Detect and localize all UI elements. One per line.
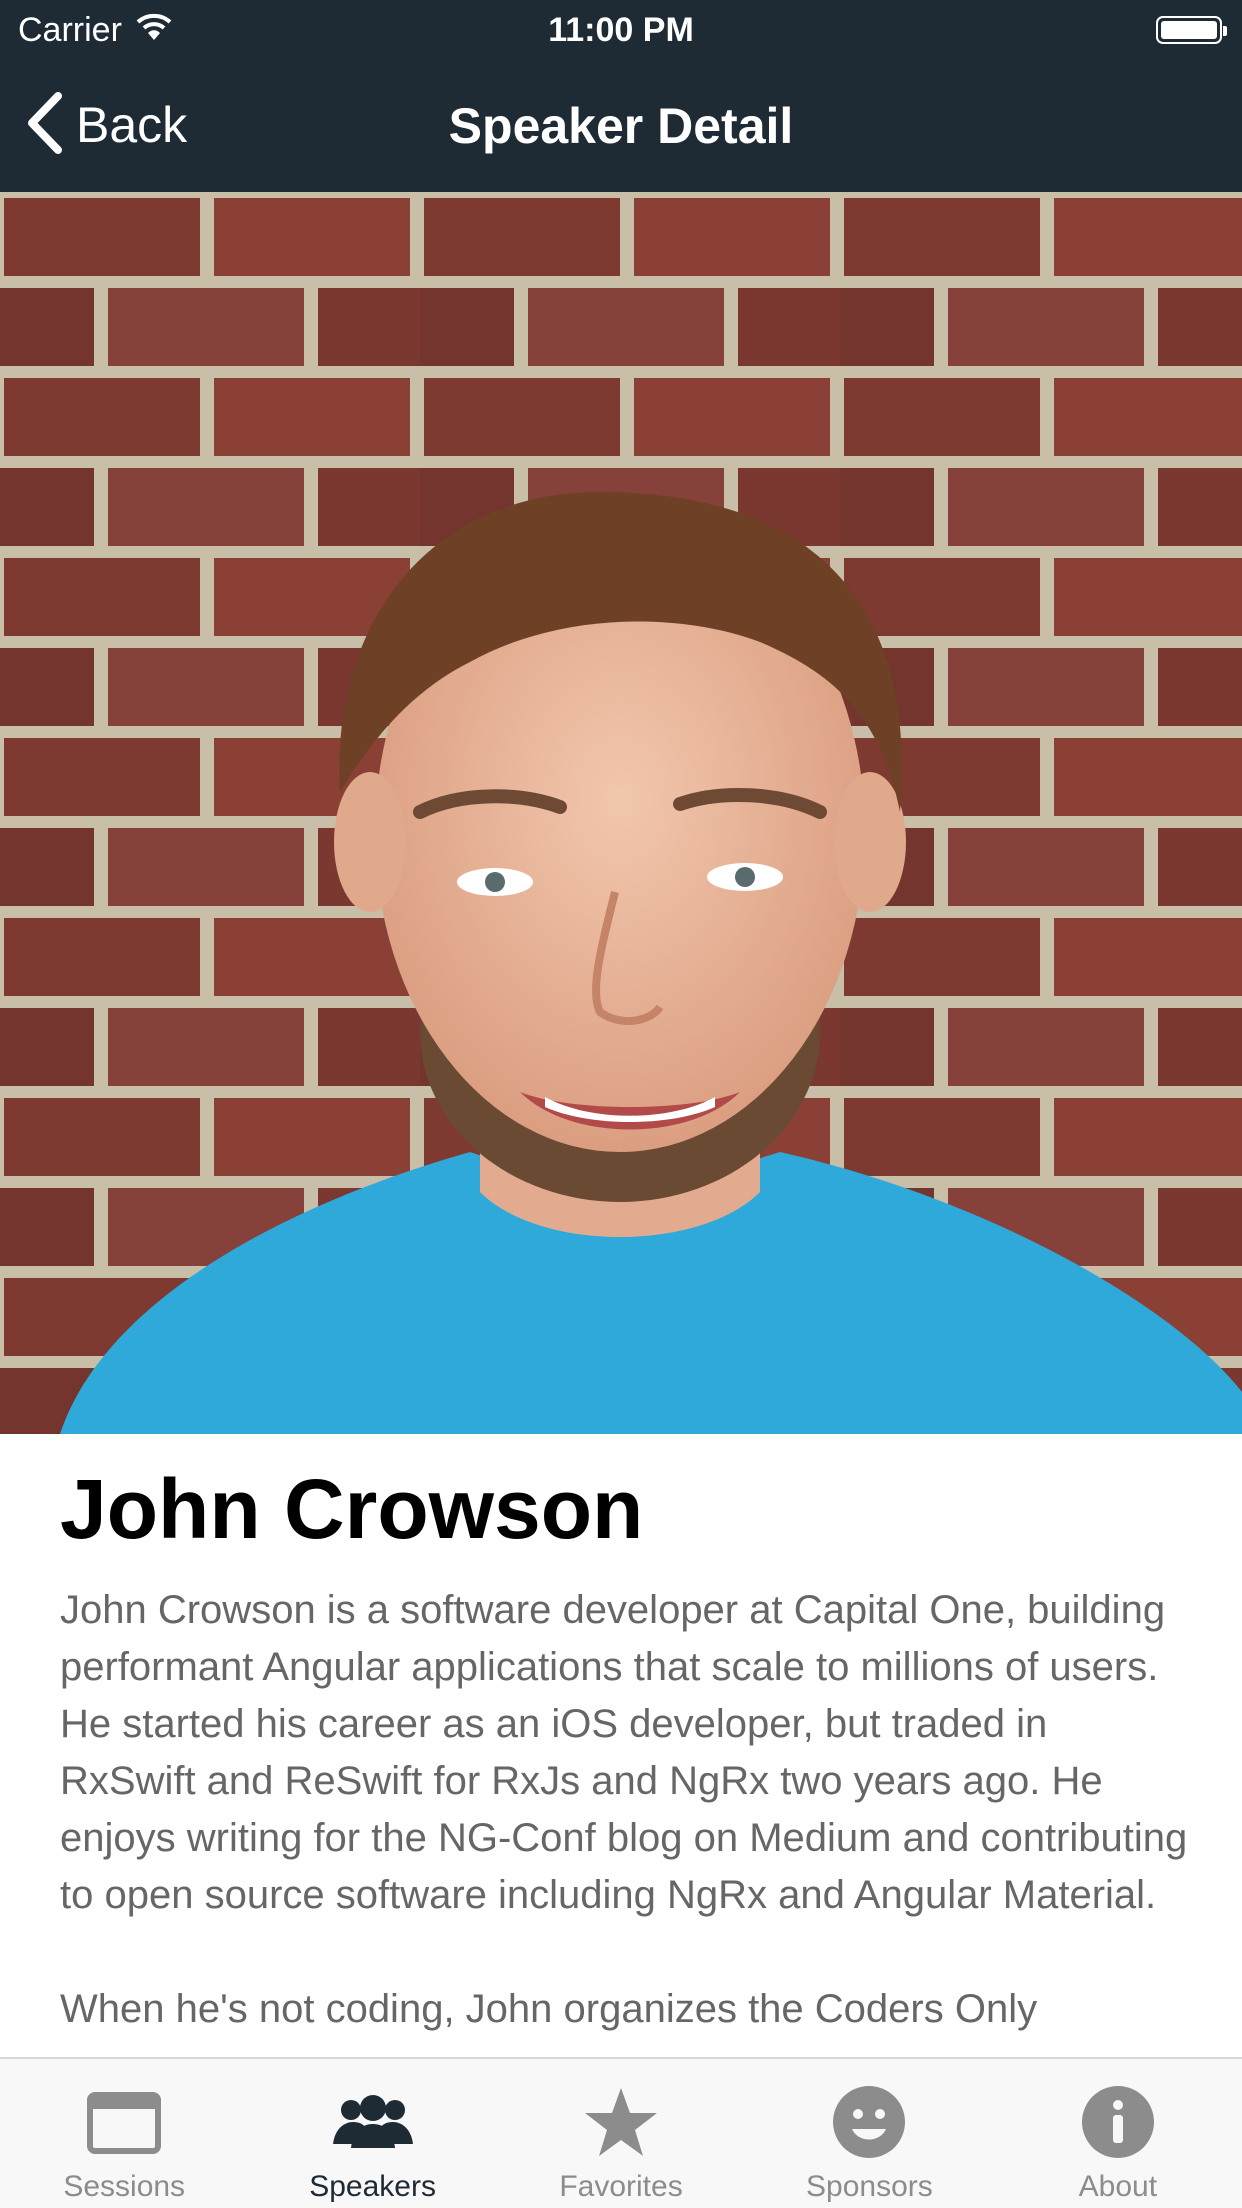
- tab-favorites[interactable]: Favorites: [497, 2059, 745, 2208]
- tab-label: About: [1078, 2170, 1158, 2203]
- tab-bar: Sessions Speakers Favorites Sponsors Abo…: [0, 2057, 1242, 2208]
- people-icon: [331, 2083, 415, 2161]
- speaker-bio-paragraph: John Crowson is a software developer at …: [60, 1588, 1188, 1917]
- status-time: 11:00 PM: [548, 11, 694, 49]
- star-icon: [583, 2083, 659, 2161]
- speaker-name: John Crowson: [60, 1462, 644, 1556]
- navigation-bar: Back Speaker Detail: [0, 60, 1242, 192]
- speaker-bio-paragraph: When he's not coding, John organizes the…: [60, 1987, 1038, 2031]
- tab-sessions[interactable]: Sessions: [0, 2059, 248, 2208]
- tab-label: Sessions: [63, 2170, 186, 2203]
- tab-label: Favorites: [559, 2170, 683, 2203]
- battery-icon: [1156, 16, 1227, 44]
- tab-sponsors[interactable]: Sponsors: [745, 2059, 993, 2208]
- tab-about[interactable]: About: [994, 2059, 1242, 2208]
- tab-label: Speakers: [309, 2170, 436, 2203]
- speaker-photo: [0, 192, 1242, 1434]
- info-icon: [1081, 2083, 1155, 2161]
- tab-speakers[interactable]: Speakers: [248, 2059, 496, 2208]
- calendar-icon: [86, 2083, 162, 2161]
- speaker-detail-screen: Carrier 11:00 PM Back Speaker Detail Joh…: [0, 0, 1242, 2208]
- page-title: Speaker Detail: [448, 98, 794, 154]
- tab-label: Sponsors: [806, 2170, 933, 2203]
- speaker-content: John Crowson John Crowson is a software …: [60, 1434, 1190, 2054]
- smiley-icon: [832, 2083, 906, 2161]
- status-bar: Carrier 11:00 PM: [0, 0, 1242, 60]
